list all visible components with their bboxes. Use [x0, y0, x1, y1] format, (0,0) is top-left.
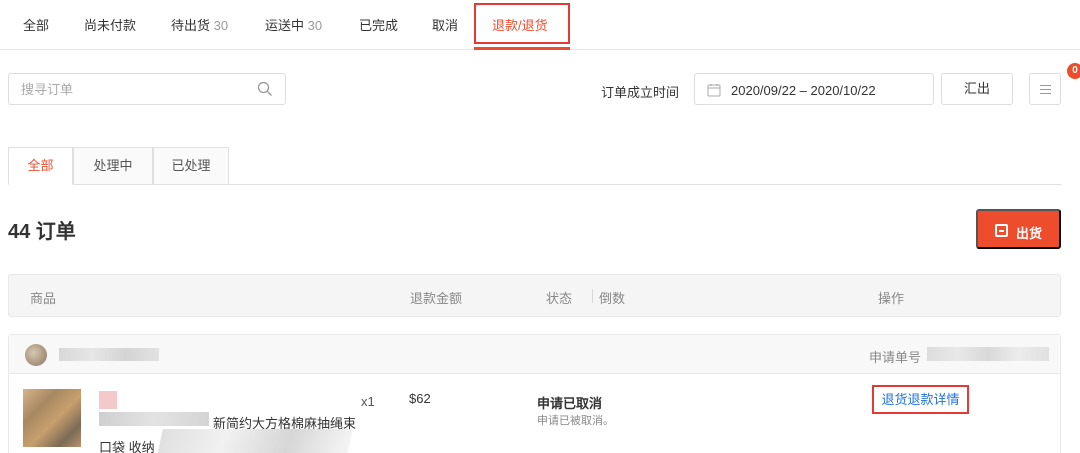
highlight-box: [474, 3, 570, 44]
header-divider: [592, 289, 593, 303]
tab-to-ship[interactable]: 待出货 30: [171, 15, 228, 34]
tab-label: 运送中: [265, 18, 305, 33]
redacted-text: [155, 429, 353, 453]
tab-completed[interactable]: 已完成: [359, 15, 398, 34]
tab-count: 30: [307, 18, 323, 33]
tab-label: 尚未付款: [84, 18, 137, 33]
refund-amount: $62: [409, 391, 431, 406]
subtab-processed[interactable]: 已处理: [153, 147, 229, 185]
header-actions: 操作: [878, 291, 905, 306]
tab-label: 全部: [23, 18, 50, 33]
tab-unpaid[interactable]: 尚未付款: [84, 15, 136, 34]
tab-label: 待出货: [171, 18, 211, 33]
header-status: 状态: [546, 291, 573, 306]
menu-button[interactable]: [1029, 73, 1061, 105]
ship-button-label: 出货: [1016, 226, 1043, 241]
date-filter-label: 订单成立时间: [601, 85, 680, 100]
tab-label: 取消: [432, 18, 459, 33]
search-icon[interactable]: [257, 81, 273, 97]
subtab-all[interactable]: 全部: [8, 147, 73, 185]
order-card: 申请单号 新简约大方格棉麻抽绳束 口袋 收纳 x1 $62 申请已取消 申请已被…: [8, 334, 1061, 453]
order-search: [8, 73, 286, 105]
tab-label: 已完成: [359, 18, 399, 33]
order-status-tabs: 全部 尚未付款 待出货 30 运送中 30 已完成 取消 退款/退货: [0, 0, 1080, 50]
redacted-text: [99, 412, 209, 426]
request-number-label: 申请单号: [869, 350, 922, 365]
date-range-value: 2020/09/22 – 2020/10/22: [731, 83, 876, 98]
tab-all[interactable]: 全部: [23, 15, 49, 34]
buyer-avatar[interactable]: [25, 344, 47, 366]
product-name-continued: 口袋 收纳: [99, 440, 155, 453]
redacted-text: [99, 391, 117, 409]
tab-shipping[interactable]: 运送中 30: [265, 15, 322, 34]
product-image[interactable]: [23, 389, 81, 447]
ship-button[interactable]: 出货: [976, 209, 1061, 249]
refund-status: 申请已取消: [537, 396, 603, 411]
refund-detail-link[interactable]: 退货退款详情: [872, 385, 969, 414]
refund-sub-tabs: 全部 处理中 已处理: [8, 147, 1061, 185]
tab-cancelled[interactable]: 取消: [432, 15, 458, 34]
active-tab-indicator: [474, 47, 570, 50]
list-menu-icon: [1040, 85, 1051, 94]
header-countdown: 倒数: [599, 291, 626, 306]
ship-icon: [995, 224, 1008, 237]
calendar-icon: [707, 84, 721, 97]
order-count: 44 订单: [8, 221, 76, 243]
header-product: 商品: [30, 291, 57, 306]
refund-status-detail: 申请已被取消。: [537, 415, 614, 427]
tab-count: 30: [213, 18, 229, 33]
table-header: 商品 退款金额 状态 倒数 操作: [8, 274, 1061, 317]
date-range-picker[interactable]: 2020/09/22 – 2020/10/22: [694, 73, 934, 105]
subtab-processing[interactable]: 处理中: [73, 147, 153, 185]
product-quantity: x1: [361, 394, 375, 409]
header-refund-amount: 退款金额: [410, 291, 463, 306]
redacted-request-number: [927, 347, 1049, 361]
notification-badge: 0: [1067, 63, 1080, 79]
order-card-header: 申请单号: [9, 335, 1060, 374]
search-input[interactable]: [9, 74, 249, 104]
export-button[interactable]: 汇出: [941, 73, 1013, 105]
redacted-buyer-name: [59, 348, 159, 361]
